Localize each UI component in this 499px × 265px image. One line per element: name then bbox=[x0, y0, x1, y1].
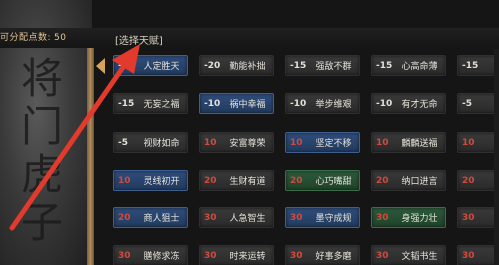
talent-name: 麟麟送福 bbox=[401, 139, 438, 149]
talent-card[interactable]: -10 祸中幸福 bbox=[199, 93, 274, 114]
talent-cost: -15 bbox=[376, 60, 393, 71]
talent-name: 心巧嘴甜 bbox=[315, 177, 352, 187]
talent-card[interactable]: 10 灵线初开 bbox=[113, 170, 188, 191]
talent-name: 无妄之福 bbox=[143, 100, 180, 110]
talent-cost: 20 bbox=[118, 212, 131, 223]
talent-cost: 20 bbox=[462, 175, 475, 186]
scrollbar[interactable] bbox=[494, 49, 499, 265]
talent-cost: 10 bbox=[376, 137, 389, 148]
talent-card[interactable]: 30 文韬书生 bbox=[371, 245, 446, 265]
talent-name: 坚定不移 bbox=[315, 139, 352, 149]
talent-card[interactable]: 20 商人狙士 bbox=[113, 207, 188, 228]
talent-cost: -20 bbox=[204, 60, 221, 71]
talent-card[interactable]: 30 bbox=[457, 207, 499, 228]
talent-card[interactable]: 30 膳修求冻 bbox=[113, 245, 188, 265]
talent-cost: -10 bbox=[376, 98, 393, 109]
talent-name: 商人狙士 bbox=[143, 214, 180, 224]
talent-cost: 20 bbox=[290, 175, 303, 186]
side-calligraphy: 将门虎子 bbox=[20, 54, 63, 247]
talent-cost: -10 bbox=[204, 98, 221, 109]
talent-card[interactable]: 10 安富尊荣 bbox=[199, 132, 274, 153]
talent-name: 膳修求冻 bbox=[143, 252, 180, 262]
talent-card[interactable]: -15 心高命薄 bbox=[371, 55, 446, 76]
talent-card[interactable]: 20 纳口进言 bbox=[371, 170, 446, 191]
talent-cost: 30 bbox=[290, 250, 303, 261]
talent-cost: 30 bbox=[462, 212, 475, 223]
talent-cost: 10 bbox=[118, 175, 131, 186]
talent-card[interactable]: 30 好事多磨 bbox=[285, 245, 360, 265]
talent-card[interactable]: 30 人急智生 bbox=[199, 207, 274, 228]
talent-cost: -5 bbox=[462, 98, 472, 109]
talent-name: 墨守成规 bbox=[315, 214, 352, 224]
talent-name: 视财如命 bbox=[143, 139, 180, 149]
talent-card[interactable]: 10 坚定不移 bbox=[285, 132, 360, 153]
talent-cost: 30 bbox=[204, 250, 217, 261]
talent-card[interactable]: -10 举步维艰 bbox=[285, 93, 360, 114]
talent-card[interactable]: 10 bbox=[457, 132, 499, 153]
talent-card[interactable]: -15 bbox=[457, 55, 499, 76]
talent-cost: -20 bbox=[118, 60, 135, 71]
talent-card[interactable]: 30 身强力壮 bbox=[371, 207, 446, 228]
points-value: 50 bbox=[54, 33, 67, 43]
talent-card[interactable]: -10 有才无命 bbox=[371, 93, 446, 114]
talent-card[interactable]: 10 麟麟送福 bbox=[371, 132, 446, 153]
talent-card[interactable]: -20 人定胜天 bbox=[113, 55, 188, 76]
talent-cost: -15 bbox=[462, 60, 479, 71]
talent-name: 有才无命 bbox=[401, 100, 438, 110]
talent-name: 人定胜天 bbox=[143, 62, 180, 72]
talent-name: 举步维艰 bbox=[315, 100, 352, 110]
talent-cost: 30 bbox=[462, 250, 475, 261]
talent-card[interactable]: -20 勤能补拙 bbox=[199, 55, 274, 76]
talent-name: 心高命薄 bbox=[401, 62, 438, 72]
talent-cost: 30 bbox=[118, 250, 131, 261]
talent-cost: 30 bbox=[376, 250, 389, 261]
panel-frame bbox=[87, 48, 94, 265]
talent-name: 灵线初开 bbox=[143, 177, 180, 187]
talent-card[interactable]: 20 bbox=[457, 170, 499, 191]
talent-cost: 30 bbox=[290, 212, 303, 223]
prev-page-arrow-icon[interactable] bbox=[96, 58, 105, 74]
points-label: 可分配点数: bbox=[0, 33, 52, 43]
talent-card[interactable]: 20 生财有道 bbox=[199, 170, 274, 191]
talent-name: 时来运转 bbox=[229, 252, 266, 262]
points-counter: 可分配点数: 50 bbox=[0, 30, 67, 43]
talent-cost: 20 bbox=[204, 175, 217, 186]
talent-cost: 10 bbox=[462, 137, 475, 148]
panel-title: [选择天赋] bbox=[115, 36, 163, 47]
talent-name: 好事多磨 bbox=[315, 252, 352, 262]
talent-cost: 20 bbox=[376, 175, 389, 186]
top-bar bbox=[0, 28, 499, 48]
talent-name: 文韬书生 bbox=[401, 252, 438, 262]
talent-cost: -15 bbox=[118, 98, 135, 109]
talent-name: 祸中幸福 bbox=[229, 100, 266, 110]
talent-name: 纳口进言 bbox=[401, 177, 438, 187]
talent-card[interactable]: -5 bbox=[457, 93, 499, 114]
talent-card[interactable]: -15 强敌不群 bbox=[285, 55, 360, 76]
talent-cost: 30 bbox=[376, 212, 389, 223]
talent-card[interactable]: 30 bbox=[457, 245, 499, 265]
talent-name: 人急智生 bbox=[229, 214, 266, 224]
talent-name: 生财有道 bbox=[229, 177, 266, 187]
talent-grid: -20 人定胜天 -20 勤能补拙 -15 强敌不群 -15 心高命薄 -15 -15 无妄之福 -1… bbox=[113, 49, 499, 265]
talent-card[interactable]: -15 无妄之福 bbox=[113, 93, 188, 114]
talent-name: 身强力壮 bbox=[401, 214, 438, 224]
talent-cost: 10 bbox=[204, 137, 217, 148]
talent-cost: 30 bbox=[204, 212, 217, 223]
talent-name: 安富尊荣 bbox=[229, 139, 266, 149]
talent-name: 强敌不群 bbox=[315, 62, 352, 72]
talent-card[interactable]: 20 心巧嘴甜 bbox=[285, 170, 360, 191]
game-screen: 将门虎子 可分配点数: 50 [选择天赋] -20 人定胜天 -20 勤能补拙 -15 强敌… bbox=[0, 0, 499, 265]
talent-cost: -15 bbox=[290, 60, 307, 71]
talent-cost: -10 bbox=[290, 98, 307, 109]
talent-card[interactable]: -5 视财如命 bbox=[113, 132, 188, 153]
talent-card[interactable]: 30 墨守成规 bbox=[285, 207, 360, 228]
talent-card[interactable]: 30 时来运转 bbox=[199, 245, 274, 265]
talent-cost: 10 bbox=[290, 137, 303, 148]
talent-name: 勤能补拙 bbox=[229, 62, 266, 72]
talent-cost: -5 bbox=[118, 137, 128, 148]
